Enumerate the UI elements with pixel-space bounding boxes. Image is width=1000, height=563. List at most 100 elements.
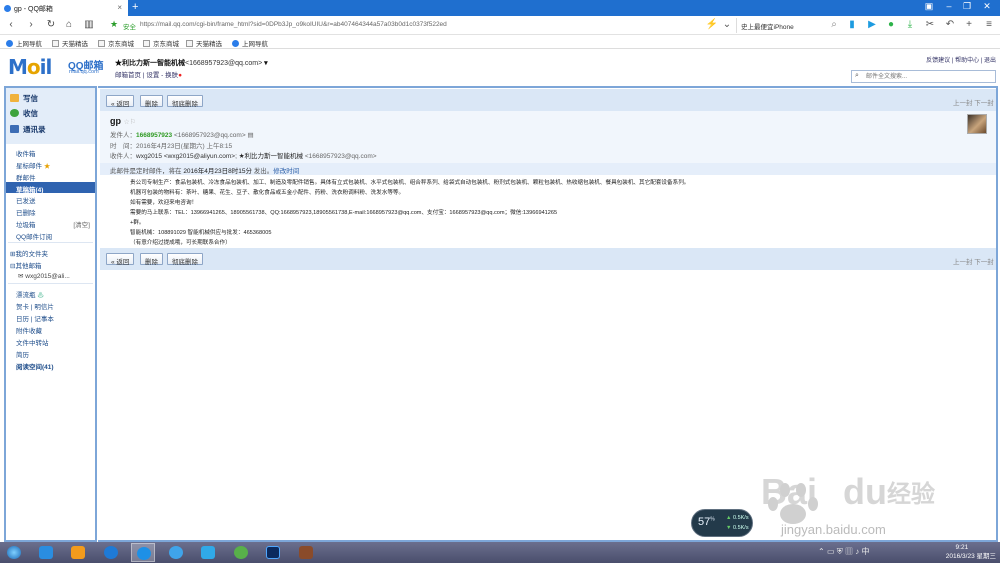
delete-forever-button[interactable]: 彻底删除 — [167, 95, 203, 108]
screen-icon[interactable]: ▭ — [827, 547, 835, 556]
delete-forever-button[interactable]: 彻底删除 — [167, 253, 203, 266]
volume-icon[interactable]: ♪ — [855, 547, 859, 556]
pager[interactable]: 上一封 下一封 — [953, 97, 994, 107]
undo-icon[interactable]: ↶ — [943, 19, 957, 30]
browser-search-text[interactable]: 史上最便宜iPhone — [741, 21, 794, 31]
refresh-icon[interactable]: ↻ — [44, 19, 58, 30]
logout-link[interactable]: 退出 — [984, 58, 996, 64]
bookmark-item[interactable]: 京东商城 — [98, 38, 134, 48]
taskbar-app[interactable] — [99, 543, 123, 562]
dropdown-chevron-icon[interactable]: ⌄ — [720, 19, 734, 30]
network-speed-widget[interactable]: 57% ▲ 0.5K/s ▼ 0.5K/s — [691, 509, 753, 537]
mail-icon: ✉ — [18, 273, 24, 280]
taskbar-qq[interactable] — [34, 543, 58, 562]
sender-name[interactable]: 1668957923 — [136, 132, 172, 139]
browser-tab[interactable]: gp - QQ邮箱 × — [0, 0, 128, 16]
scissors-icon[interactable]: ✂ — [923, 19, 937, 30]
help-link[interactable]: 帮助中心 — [955, 58, 979, 64]
app-file-transfer[interactable]: 文件中转站 — [6, 335, 95, 347]
taskbar-photoshop[interactable] — [261, 543, 285, 562]
menu-icon[interactable]: ≡ — [982, 19, 996, 30]
phone-icon[interactable]: ▮ — [845, 19, 859, 30]
delete-button[interactable]: 删除 — [140, 253, 163, 266]
new-tab-icon[interactable]: + — [132, 1, 138, 13]
mail-search-input[interactable] — [866, 72, 992, 82]
sender-avatar[interactable] — [967, 114, 987, 134]
speed-mode-icon[interactable]: ⚡ — [705, 19, 719, 30]
tray-arrow-icon[interactable]: ⌃ — [818, 547, 825, 556]
section-my-folders[interactable]: ⊞我的文件夹 — [6, 246, 95, 258]
shield-icon[interactable]: ⛨ — [837, 547, 843, 556]
folder-inbox[interactable]: 收件箱 — [6, 146, 95, 158]
folder-starred[interactable]: 星标邮件 ★ — [6, 158, 95, 170]
folder-sent[interactable]: 已发送 — [6, 193, 95, 205]
taskbar-app[interactable] — [229, 543, 253, 562]
maximize-icon[interactable]: ❐ — [958, 1, 976, 12]
taskbar-qq-penguin[interactable] — [196, 543, 220, 562]
skin-icon[interactable]: ▣ — [920, 1, 938, 12]
play-icon[interactable]: ▶ — [865, 19, 879, 30]
close-window-icon[interactable]: ✕ — [978, 1, 996, 12]
compose-button[interactable]: 写信 — [10, 93, 38, 104]
recipient-1[interactable]: wxg2015 <wxg2015@aliyun.com>; — [136, 153, 237, 160]
network-icon[interactable]: ▥ — [845, 547, 853, 556]
card-icon[interactable]: ▤ — [247, 132, 253, 139]
download-icon: ▼ — [726, 525, 732, 531]
skin-link[interactable]: 换肤 — [165, 72, 178, 79]
mail-search-box[interactable]: ⌕ — [851, 70, 996, 83]
folder-group[interactable]: 群邮件 — [6, 170, 95, 182]
bookmark-item[interactable]: 京东商城 — [143, 38, 179, 48]
start-button[interactable] — [2, 543, 26, 562]
taskbar-browser-active[interactable] — [131, 543, 155, 562]
windows-logo-icon — [7, 546, 21, 559]
folder-subscription[interactable]: QQ邮件订阅 — [6, 229, 95, 241]
ime-icon[interactable]: 中 — [861, 547, 869, 556]
empty-spam-link[interactable]: [清空] — [73, 219, 90, 229]
app-drift-bottle[interactable]: 漂流瓶 ♨ — [6, 287, 95, 299]
forward-icon[interactable]: › — [24, 19, 38, 30]
settings-link[interactable]: 设置 — [146, 72, 159, 79]
delete-button[interactable]: 删除 — [140, 95, 163, 108]
url-text[interactable]: https://mail.qq.com/cgi-bin/frame_html?s… — [140, 21, 447, 28]
home-link[interactable]: 邮箱首页 — [115, 72, 141, 79]
recipient-2[interactable]: ★利比力斯一智能机械 — [239, 153, 303, 160]
user-account[interactable]: ★利比力斯一智能机械<1668957923@qq.com> ▾ — [115, 58, 268, 68]
qqmail-logo[interactable]: Moil — [8, 55, 52, 79]
folder-deleted[interactable]: 已删除 — [6, 205, 95, 217]
taskbar-ie[interactable] — [164, 543, 188, 562]
flag-icon[interactable]: ⚐ — [130, 119, 136, 126]
taskbar-game[interactable] — [294, 543, 318, 562]
app-resume[interactable]: 简历 — [6, 347, 95, 359]
taskbar-clock[interactable]: 9:21 2016/3/23 星期三 — [946, 543, 996, 561]
folder-drafts[interactable]: 草稿箱(4) — [6, 181, 95, 194]
pager[interactable]: 上一封 下一封 — [953, 256, 994, 266]
minimize-icon[interactable]: – — [940, 1, 958, 11]
feedback-link[interactable]: 反馈建议 — [926, 58, 950, 64]
bookmark-item[interactable]: 天猫精选 — [52, 38, 88, 48]
back-button[interactable]: « 返回 — [106, 95, 135, 108]
bookmark-star-icon[interactable]: ★ — [110, 19, 118, 30]
taskbar-app[interactable] — [66, 543, 90, 562]
tab-close-icon[interactable]: × — [117, 3, 122, 12]
back-button[interactable]: « 返回 — [106, 253, 135, 266]
receive-button[interactable]: 收信 — [10, 108, 38, 119]
folder-spam[interactable]: 垃圾箱 [清空] — [6, 217, 95, 229]
modify-time-link[interactable]: 修改时间 — [273, 168, 299, 175]
chat-icon[interactable]: ● — [884, 19, 898, 30]
bookmark-item[interactable]: 上网导航 — [232, 38, 268, 48]
home-icon[interactable]: ⌂ — [62, 19, 76, 30]
bookmark-item[interactable]: 天猫精选 — [186, 38, 222, 48]
reader-icon[interactable]: ▥ — [82, 19, 96, 30]
app-reading-space[interactable]: 阅读空间(41) — [6, 359, 95, 371]
app-attachments[interactable]: 附件收藏 — [6, 323, 95, 335]
back-icon[interactable]: ‹ — [4, 19, 18, 30]
bookmark-item[interactable]: 上网导航 — [6, 38, 42, 48]
section-other-mailbox[interactable]: ⊟其他邮箱 — [6, 258, 95, 270]
scheduled-notice: 此邮件是定时邮件，将在 2016年4月23日8时15分 发出。修改时间 — [100, 163, 996, 175]
download-icon[interactable]: ⤓ — [903, 19, 917, 30]
contacts-button[interactable]: 通讯录 — [10, 124, 46, 135]
add-icon[interactable]: + — [962, 19, 976, 30]
other-mailbox-account[interactable]: ✉ wxg2015@ali... — [6, 270, 95, 282]
account-dropdown-icon[interactable]: ▾ — [262, 60, 268, 67]
search-icon[interactable]: ⌕ — [827, 19, 841, 30]
